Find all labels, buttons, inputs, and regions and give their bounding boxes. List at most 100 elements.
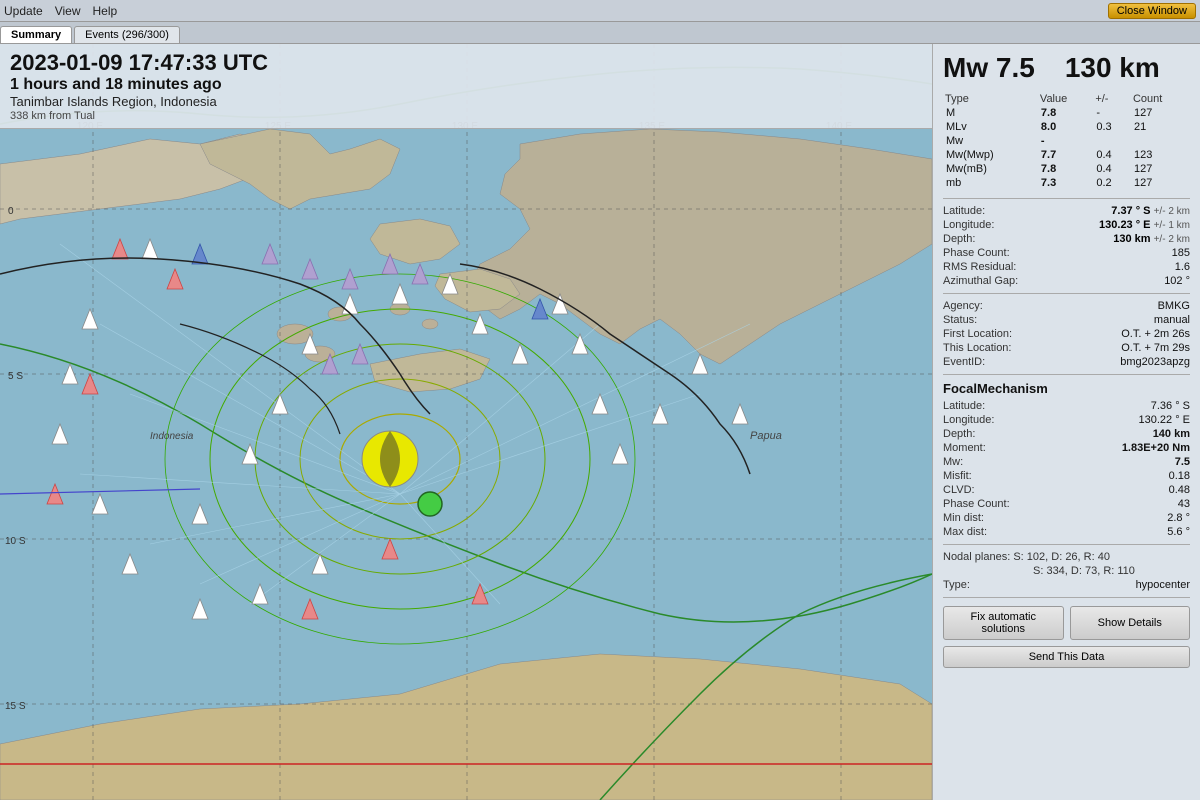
svg-text:0: 0: [8, 206, 14, 217]
fm-depth-value: 140 km: [1153, 428, 1190, 440]
depth-label: Depth:: [943, 233, 975, 245]
fm-phase-count-label: Phase Count:: [943, 498, 1010, 510]
fm-longitude-row: Longitude: 130.22 ° E: [943, 414, 1190, 426]
nodal-type-label: Type:: [943, 579, 970, 591]
svg-text:10 S: 10 S: [5, 536, 26, 547]
tab-summary[interactable]: Summary: [0, 26, 72, 43]
longitude-row: Longitude: 130.23 ° E +/- 1 km: [943, 219, 1190, 231]
bottom-buttons: Fix automatic solutions Show Details: [943, 606, 1190, 640]
rms-label: RMS Residual:: [943, 261, 1016, 273]
depth-value: 130 km: [1065, 52, 1160, 84]
svg-text:Papua: Papua: [750, 430, 782, 442]
fm-moment-row: Moment: 1.83E+20 Nm: [943, 442, 1190, 454]
latitude-value: 7.37 ° S: [1111, 205, 1150, 217]
depth-km-value: 130 km: [1113, 233, 1150, 245]
this-loc-row: This Location: O.T. + 7m 29s: [943, 342, 1190, 354]
phase-count-row: Phase Count: 185: [943, 247, 1190, 259]
menu-bar: Update View Help: [4, 4, 117, 18]
fm-longitude-value: 130.22 ° E: [1139, 414, 1191, 426]
mag-depth-header: Mw 7.5 130 km: [943, 52, 1190, 84]
fm-latitude-value: 7.36 ° S: [1151, 400, 1190, 412]
fm-depth-row: Depth: 140 km: [943, 428, 1190, 440]
nodal-type-row: Type: hypocenter: [943, 579, 1190, 591]
map-svg: 120 E 125 E 130 E 135 E 140 E 0 5 S 10 S…: [0, 44, 932, 800]
col-pm: +/-: [1093, 92, 1131, 106]
fm-mw-label: Mw:: [943, 456, 963, 468]
nodal-plane1: S: 102, D: 26, R: 40: [1013, 551, 1110, 563]
fm-min-dist-value: 2.8 °: [1167, 512, 1190, 524]
longitude-pm: +/- 1 km: [1154, 220, 1190, 231]
rms-row: RMS Residual: 1.6: [943, 261, 1190, 273]
fix-automatic-button[interactable]: Fix automatic solutions: [943, 606, 1064, 640]
agency-label: Agency:: [943, 300, 983, 312]
close-window-button[interactable]: Close Window: [1108, 3, 1196, 19]
fm-max-dist-value: 5.6 °: [1167, 526, 1190, 538]
map-header: 2023-01-09 17:47:33 UTC 1 hours and 18 m…: [0, 44, 932, 129]
fm-clvd-row: CLVD: 0.48: [943, 484, 1190, 496]
longitude-label: Longitude:: [943, 219, 994, 231]
fm-mw-row: Mw: 7.5: [943, 456, 1190, 468]
event-distance: 338 km from Tual: [10, 110, 922, 122]
fm-latitude-row: Latitude: 7.36 ° S: [943, 400, 1190, 412]
svg-text:15 S: 15 S: [5, 701, 26, 712]
status-row: Status: manual: [943, 314, 1190, 326]
col-type: Type: [943, 92, 1038, 106]
fm-misfit-label: Misfit:: [943, 470, 972, 482]
event-ago: 1 hours and 18 minutes ago: [10, 76, 922, 94]
status-value: manual: [1154, 314, 1190, 326]
az-gap-value: 102 °: [1164, 275, 1190, 287]
table-row: M7.8-127: [943, 106, 1190, 120]
fm-phase-count-row: Phase Count: 43: [943, 498, 1190, 510]
depth-pm: +/- 2 km: [1154, 234, 1190, 245]
main-layout: 2023-01-09 17:47:33 UTC 1 hours and 18 m…: [0, 44, 1200, 800]
fm-clvd-label: CLVD:: [943, 484, 975, 496]
fm-mw-value: 7.5: [1175, 456, 1190, 468]
focal-mechanism-title: FocalMechanism: [943, 381, 1190, 396]
longitude-value: 130.23 ° E: [1099, 219, 1151, 231]
menu-view[interactable]: View: [55, 4, 81, 18]
magnitude-value: Mw 7.5: [943, 52, 1035, 84]
map-area[interactable]: 2023-01-09 17:47:33 UTC 1 hours and 18 m…: [0, 44, 932, 800]
az-gap-row: Azimuthal Gap: 102 °: [943, 275, 1190, 287]
event-id-value: bmg2023apzg: [1120, 356, 1190, 368]
fm-min-dist-row: Min dist: 2.8 °: [943, 512, 1190, 524]
depth-row: Depth: 130 km +/- 2 km: [943, 233, 1190, 245]
status-label: Status:: [943, 314, 977, 326]
rms-value: 1.6: [1175, 261, 1190, 273]
table-row: mb7.30.2127: [943, 176, 1190, 190]
col-value: Value: [1038, 92, 1093, 106]
phase-count-label: Phase Count:: [943, 247, 1010, 259]
tabs: Summary Events (296/300): [0, 22, 1200, 44]
fm-longitude-label: Longitude:: [943, 414, 994, 426]
fm-latitude-label: Latitude:: [943, 400, 985, 412]
top-bar: Update View Help Close Window: [0, 0, 1200, 22]
col-count: Count: [1131, 92, 1190, 106]
nodal-planes-label: Nodal planes: S: 102, D: 26, R: 40: [943, 551, 1190, 563]
agency-value: BMKG: [1158, 300, 1190, 312]
first-loc-row: First Location: O.T. + 2m 26s: [943, 328, 1190, 340]
fm-max-dist-row: Max dist: 5.6 °: [943, 526, 1190, 538]
send-this-data-button[interactable]: Send This Data: [943, 646, 1190, 668]
fm-moment-value: 1.83E+20 Nm: [1122, 442, 1190, 454]
menu-help[interactable]: Help: [93, 4, 118, 18]
event-region: Tanimbar Islands Region, Indonesia: [10, 94, 922, 109]
event-id-row: EventID: bmg2023apzg: [943, 356, 1190, 368]
latitude-label: Latitude:: [943, 205, 985, 217]
table-row: Mw-: [943, 134, 1190, 148]
nodal-plane2: S: 334, D: 73, R: 110: [1033, 565, 1190, 577]
tab-events[interactable]: Events (296/300): [74, 26, 180, 43]
az-gap-label: Azimuthal Gap:: [943, 275, 1018, 287]
table-row: Mw(Mwp)7.70.4123: [943, 148, 1190, 162]
svg-text:Indonesia: Indonesia: [150, 431, 194, 442]
right-panel: Mw 7.5 130 km Type Value +/- Count M7.8-…: [932, 44, 1200, 800]
fm-phase-count-value: 43: [1178, 498, 1190, 510]
this-loc-value: O.T. + 7m 29s: [1121, 342, 1190, 354]
event-id-label: EventID:: [943, 356, 985, 368]
fm-misfit-value: 0.18: [1169, 470, 1190, 482]
latitude-pm: +/- 2 km: [1154, 206, 1190, 217]
show-details-button[interactable]: Show Details: [1070, 606, 1191, 640]
event-datetime: 2023-01-09 17:47:33 UTC: [10, 50, 922, 76]
menu-update[interactable]: Update: [4, 4, 43, 18]
table-row: Mw(mB)7.80.4127: [943, 162, 1190, 176]
agency-row: Agency: BMKG: [943, 300, 1190, 312]
